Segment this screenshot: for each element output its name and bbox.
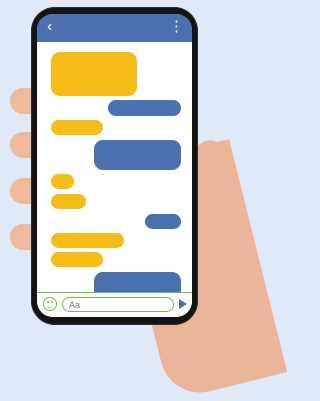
- incoming-message-bubble: [51, 120, 103, 135]
- incoming-message-bubble: [51, 174, 74, 189]
- outgoing-message-bubble: [145, 214, 181, 229]
- emoji-mouth: [47, 304, 52, 308]
- incoming-message-bubble: [51, 252, 103, 267]
- chat-header: ‹ ⋮: [37, 14, 192, 42]
- more-vertical-icon[interactable]: ⋮: [169, 18, 184, 36]
- incoming-message-bubble: [51, 52, 137, 96]
- message-input[interactable]: [62, 297, 174, 312]
- phone-device: ‹ ⋮: [31, 7, 198, 325]
- message-composer: [37, 292, 192, 317]
- incoming-message-bubble: [51, 194, 86, 209]
- back-arrow-icon[interactable]: ‹: [47, 18, 52, 36]
- outgoing-message-bubble: [94, 140, 181, 170]
- incoming-message-bubble: [51, 233, 124, 248]
- chat-screen: ‹ ⋮: [37, 14, 192, 317]
- emoji-icon[interactable]: [43, 297, 57, 311]
- send-icon[interactable]: [179, 299, 187, 309]
- outgoing-message-bubble: [108, 100, 181, 116]
